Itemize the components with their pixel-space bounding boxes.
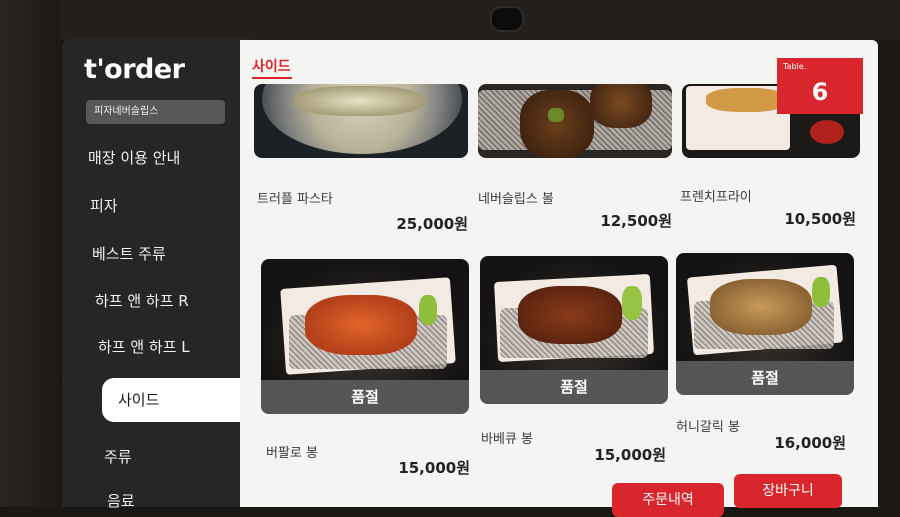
menu-item-name[interactable]: 바베큐 봉: [481, 428, 533, 447]
menu-item-card-buffalo-wings[interactable]: 품절: [261, 259, 469, 414]
app-logo: t'order: [84, 54, 185, 85]
menu-item-image-neversleeps-ball[interactable]: [478, 84, 672, 158]
section-title: 사이드: [252, 59, 291, 75]
sidebar-item-liquor[interactable]: 주류: [104, 446, 132, 467]
menu-item-price: 10,500원: [784, 210, 856, 228]
menu-item-price: 16,000원: [774, 434, 846, 452]
sold-out-label: 품절: [676, 361, 854, 395]
camera-icon: [490, 6, 524, 32]
store-name-badge: 피자네버슬립스: [86, 100, 225, 124]
table-number: 6: [811, 78, 829, 106]
table-number-badge: Table. 6: [777, 58, 863, 114]
sidebar-item-store-info[interactable]: 매장 이용 안내: [88, 147, 180, 168]
menu-item-price: 15,000원: [398, 459, 470, 477]
menu-item-price: 25,000원: [396, 215, 468, 233]
menu-item-price: 12,500원: [600, 212, 672, 230]
table-label: Table.: [783, 62, 807, 71]
device-bezel-left: [0, 0, 60, 507]
sidebar-item-best-drinks[interactable]: 베스트 주류: [92, 243, 166, 264]
order-history-button[interactable]: 주문내역: [612, 483, 724, 517]
sidebar-item-half-half-l[interactable]: 하프 앤 하프 L: [98, 336, 190, 357]
menu-item-name[interactable]: 버팔로 봉: [266, 442, 318, 461]
section-underline: [252, 77, 292, 79]
cart-button[interactable]: 장바구니: [734, 474, 842, 508]
sidebar-item-beverage[interactable]: 음료: [107, 490, 135, 511]
menu-item-image-truffle-pasta[interactable]: [254, 84, 468, 158]
menu-item-card-bbq-wings[interactable]: 품절: [480, 256, 668, 404]
menu-item-name[interactable]: 네버슬립스 볼: [478, 188, 554, 207]
sold-out-label: 품절: [261, 380, 469, 414]
sidebar: t'order 피자네버슬립스: [62, 38, 250, 507]
menu-item-name[interactable]: 프렌치프라이: [680, 186, 752, 205]
menu-item-price: 15,000원: [594, 446, 666, 464]
menu-item-card-honey-garlic-wings[interactable]: 품절: [676, 253, 854, 395]
sidebar-item-half-half-r[interactable]: 하프 앤 하프 R: [95, 290, 189, 311]
sold-out-label: 품절: [480, 370, 668, 404]
device-bezel-top: [0, 0, 900, 40]
sidebar-item-side[interactable]: 사이드: [102, 378, 252, 422]
menu-item-name[interactable]: 트러플 파스타: [257, 188, 333, 207]
sidebar-item-pizza[interactable]: 피자: [90, 195, 118, 216]
